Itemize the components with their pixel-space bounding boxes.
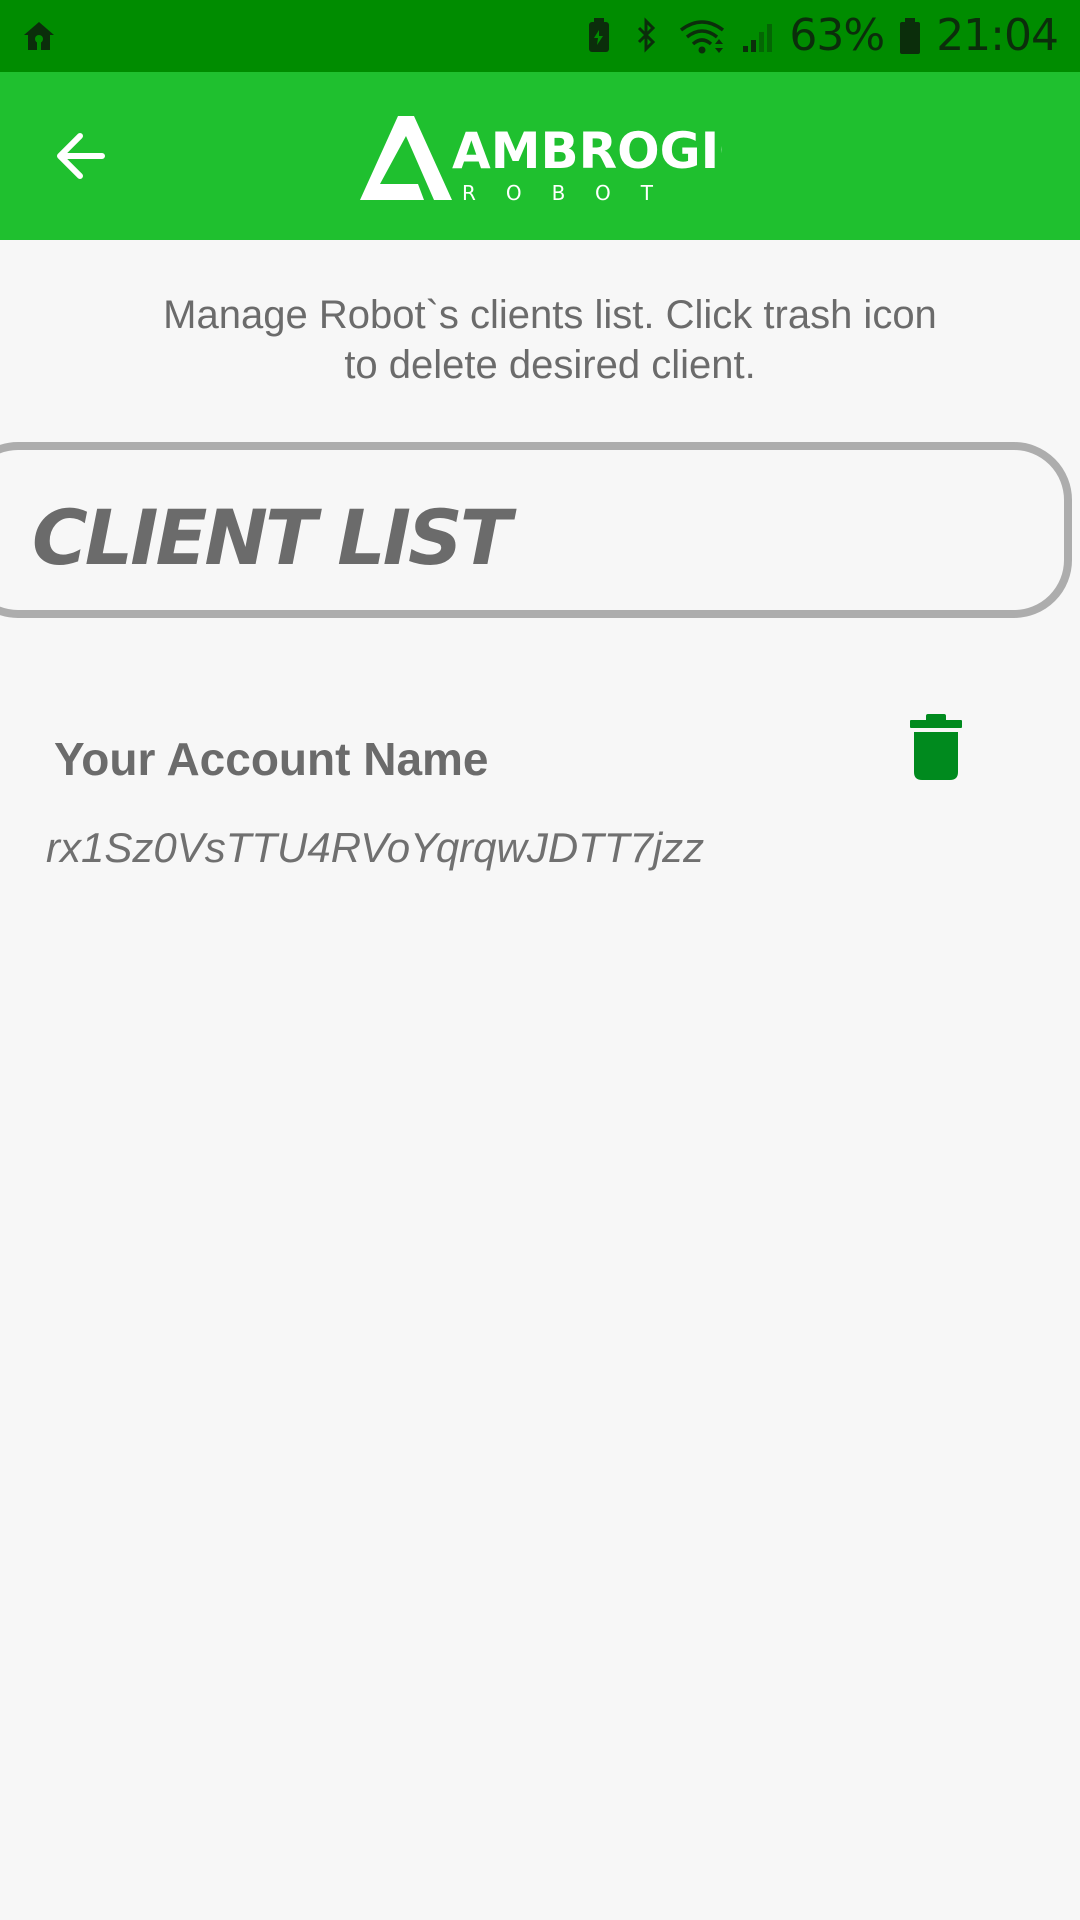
- status-icons: 63% 21:04: [581, 0, 1059, 72]
- status-bar: 63% 21:04: [0, 0, 1080, 72]
- arrow-left-icon: [57, 133, 105, 179]
- clock: 21:04: [936, 10, 1059, 61]
- signal-icon: [743, 24, 773, 52]
- client-id: rx1Sz0VsTTU4RVoYqrqwJDTT7jzz: [46, 824, 705, 871]
- client-name: Your Account Name: [54, 733, 489, 785]
- battery-icon: [900, 18, 921, 54]
- battery-percent: 63%: [789, 10, 885, 61]
- logo-sub-text: ROBOT: [462, 181, 683, 204]
- page-description: Manage Robot`s clients list. Click trash…: [163, 293, 937, 387]
- battery-saver-icon: [589, 18, 610, 52]
- client-list-header: CLIENT LIST: [0, 442, 1072, 618]
- trash-icon[interactable]: [906, 714, 966, 780]
- list-item: Your Account Name rx1Sz0VsTTU4RVoYqrqwJD…: [0, 700, 1080, 880]
- back-button[interactable]: [40, 116, 120, 196]
- logo-main-text: AMBROGIO: [452, 122, 722, 180]
- ambrogio-logo: AMBROGIO ROBOT: [360, 116, 722, 204]
- client-list-title: CLIENT LIST: [32, 493, 512, 582]
- wifi-icon: [680, 20, 725, 54]
- screen: 63% 21:04 AMBROGIO ROBOT Manage Robot`s …: [0, 0, 1080, 1920]
- bluetooth-icon: [638, 17, 656, 53]
- home-app-icon: [24, 22, 54, 50]
- app-bar: AMBROGIO ROBOT: [0, 72, 1080, 240]
